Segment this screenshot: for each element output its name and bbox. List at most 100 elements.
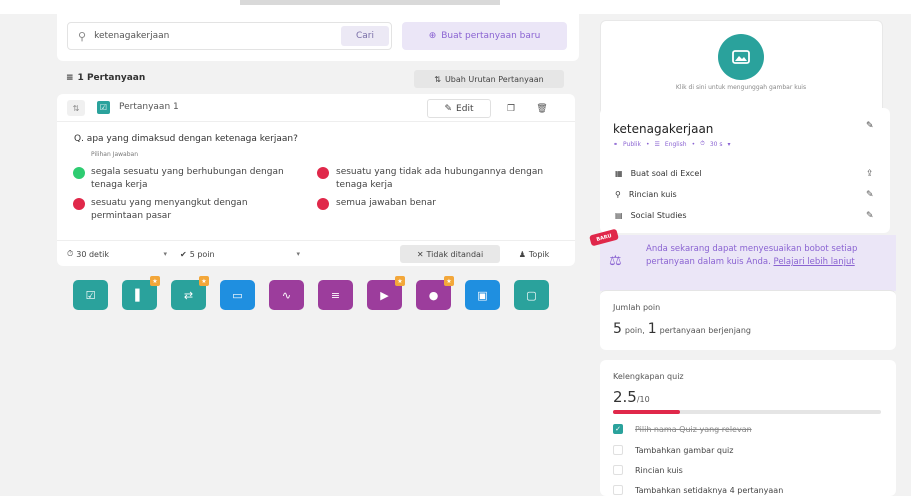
visibility[interactable]: Publik bbox=[623, 141, 641, 148]
completeness-bar bbox=[613, 410, 881, 414]
excel-row[interactable]: ▦ Buat soal di Excel ⇪ bbox=[615, 169, 874, 179]
checkbox-icon: ☑ bbox=[85, 288, 96, 302]
checklist-label: Tambahkan setidaknya 4 pertanyaan bbox=[635, 485, 784, 495]
new-question-label: Buat pertanyaan baru bbox=[441, 31, 541, 41]
weighting-promo: ⚖ Anda sekarang dapat menyesuaikan bobot… bbox=[600, 235, 896, 291]
pencil-icon[interactable]: ✎ bbox=[866, 121, 874, 131]
subject-label: Social Studies bbox=[630, 211, 687, 220]
sort-icon: ⇅ bbox=[434, 74, 441, 84]
trash-icon: 🗑 bbox=[536, 103, 548, 114]
upload-hint: Klik di sini untuk mengunggah gambar kui… bbox=[675, 84, 807, 91]
fill-blank-icon: ▭ bbox=[232, 288, 243, 302]
quiz-details-row[interactable]: ⚲ Rincian kuis ✎ bbox=[615, 190, 874, 200]
answer-option-3: sesuatu yang menyangkut dengan permintaa… bbox=[91, 198, 248, 221]
checklist-item[interactable]: Rincian kuis bbox=[613, 465, 683, 475]
book-icon: ▤ bbox=[615, 211, 623, 220]
plus-circle-icon: ⊕ bbox=[428, 31, 437, 41]
premium-badge-icon: ★ bbox=[444, 276, 454, 286]
question-type-tile[interactable]: ▣ bbox=[465, 280, 500, 310]
question-type-tile[interactable]: ▌ ★ bbox=[122, 276, 160, 310]
excel-label: Buat soal di Excel bbox=[630, 169, 702, 178]
answer-option-1: segala sesuatu yang berhubungan dengan t… bbox=[91, 167, 284, 190]
points-unit: poin, bbox=[624, 326, 645, 335]
graduation-cap-icon: ⚲ bbox=[615, 190, 621, 199]
globe-icon: ⚭ bbox=[613, 140, 619, 148]
reorder-questions-button[interactable]: ⇅ Ubah Urutan Pertanyaan bbox=[414, 70, 564, 88]
quiz-details-label: Rincian kuis bbox=[628, 190, 677, 199]
new-question-button[interactable]: ⊕ Buat pertanyaan baru bbox=[402, 22, 567, 50]
quiz-info-card: ketenagakerjaan ✎ ⚭ Publik • ☰ English •… bbox=[600, 108, 890, 233]
chevron-down-icon: ▾ bbox=[296, 250, 300, 258]
question-total: 1 bbox=[647, 321, 657, 337]
checklist-item[interactable]: Tambahkan gambar quiz bbox=[613, 445, 733, 455]
premium-badge-icon: ★ bbox=[395, 276, 405, 286]
points-total: 5 bbox=[613, 321, 622, 337]
learn-more-link[interactable]: Pelajari lebih lanjut bbox=[774, 257, 855, 267]
checkbox-icon bbox=[613, 485, 623, 495]
person-icon: ♟ bbox=[518, 249, 526, 259]
checklist-item[interactable]: Tambahkan setidaknya 4 pertanyaan bbox=[613, 485, 783, 495]
clock-icon: ⏱ bbox=[67, 249, 74, 258]
question-label: Pertanyaan 1 bbox=[119, 102, 179, 112]
question-type-tile[interactable]: ≡ bbox=[318, 280, 353, 310]
quiz-title: ketenagakerjaan bbox=[613, 122, 714, 136]
completeness-card: Kelengkapan quiz 2.5/10 ✓ Pilih nama Qui… bbox=[600, 360, 896, 496]
completeness-score: 2.5/10 bbox=[613, 388, 650, 406]
close-icon: ✕ bbox=[416, 249, 424, 259]
search-card: ⚲ ketenagakerjaan Cari ⊕ Buat pertanyaan… bbox=[57, 5, 579, 61]
untagged-button[interactable]: ✕ Tidak ditandai bbox=[400, 245, 500, 263]
premium-badge-icon: ★ bbox=[150, 276, 160, 286]
audio-icon: ● bbox=[428, 288, 439, 302]
upload-icon[interactable]: ⇪ bbox=[866, 169, 874, 179]
list-icon: ≡ bbox=[66, 73, 74, 83]
search-icon: ⚲ bbox=[78, 29, 87, 43]
draw-icon: ∿ bbox=[281, 288, 292, 302]
question-type-tile[interactable]: ▶ ★ bbox=[367, 276, 405, 310]
points-summary: 5 poin, 1 pertanyaan berjenjang bbox=[613, 321, 751, 337]
slide-icon: ▣ bbox=[477, 288, 488, 302]
subject-row[interactable]: ▤ Social Studies ✎ bbox=[615, 211, 874, 221]
quiz-image-upload[interactable]: Klik di sini untuk mengunggah gambar kui… bbox=[600, 20, 883, 120]
video-icon: ▶ bbox=[380, 288, 389, 302]
separator-dot: • bbox=[691, 140, 696, 148]
quiz-time[interactable]: 30 s bbox=[710, 141, 723, 148]
question-type-tile[interactable]: ▢ bbox=[514, 280, 549, 310]
drag-handle-icon[interactable]: ⇅ bbox=[67, 100, 85, 116]
question-header: ⇅ ☑ Pertanyaan 1 ✎ Edit ❐ 🗑 bbox=[57, 94, 575, 122]
topic-label: Topik bbox=[528, 249, 550, 259]
question-type-tile[interactable]: ∿ bbox=[269, 280, 304, 310]
quiz-meta: ⚭ Publik • ☰ English • ⏱ 30 s ▾ bbox=[613, 140, 731, 148]
duplicate-button[interactable]: ❐ bbox=[500, 99, 522, 118]
time-select[interactable]: ⏱ 30 detik ▾ bbox=[67, 246, 167, 262]
points-select[interactable]: ✔ 5 poin ▾ bbox=[180, 246, 300, 262]
question-type-tile[interactable]: ☑ bbox=[73, 280, 108, 310]
search-button[interactable]: Cari bbox=[341, 26, 389, 46]
topic-button[interactable]: ♟ Topik bbox=[504, 245, 564, 263]
open-ended-icon: ≡ bbox=[330, 288, 341, 302]
search-value: ketenagakerjaan bbox=[94, 31, 170, 41]
checkbox-checked-icon: ✓ bbox=[613, 424, 623, 434]
question-type-tile[interactable]: ⇄ ★ bbox=[171, 276, 209, 310]
reorder-label: Ubah Urutan Pertanyaan bbox=[444, 74, 544, 84]
search-input[interactable]: ⚲ ketenagakerjaan Cari bbox=[67, 22, 392, 50]
pencil-icon[interactable]: ✎ bbox=[866, 211, 874, 221]
scale-icon: ⚖ bbox=[609, 253, 622, 269]
screen-icon: ▢ bbox=[526, 288, 537, 302]
language-icon: ☰ bbox=[654, 140, 660, 148]
checklist-item[interactable]: ✓ Pilih nama Quiz yang relevan bbox=[613, 424, 752, 434]
edit-button[interactable]: ✎ Edit bbox=[427, 99, 491, 118]
question-text: Q. apa yang dimaksud dengan ketenaga ker… bbox=[74, 134, 298, 144]
chevron-down-icon: ▾ bbox=[727, 140, 731, 148]
points-value: 5 poin bbox=[189, 249, 215, 259]
question-type-tile[interactable]: ▭ bbox=[220, 280, 255, 310]
language[interactable]: English bbox=[665, 141, 687, 148]
promo-text: Anda sekarang dapat menyesuaikan bobot s… bbox=[646, 243, 891, 269]
answer-option-4: semua jawaban benar bbox=[336, 198, 436, 208]
answer-correct-dot bbox=[73, 167, 85, 179]
delete-button[interactable]: 🗑 bbox=[531, 99, 553, 118]
question-type-tile[interactable]: ● ★ bbox=[416, 276, 454, 310]
time-value: 30 detik bbox=[76, 249, 109, 259]
spreadsheet-icon: ▦ bbox=[615, 169, 623, 178]
question-count: ≡ 1 Pertanyaan bbox=[66, 73, 145, 83]
pencil-icon[interactable]: ✎ bbox=[866, 190, 874, 200]
